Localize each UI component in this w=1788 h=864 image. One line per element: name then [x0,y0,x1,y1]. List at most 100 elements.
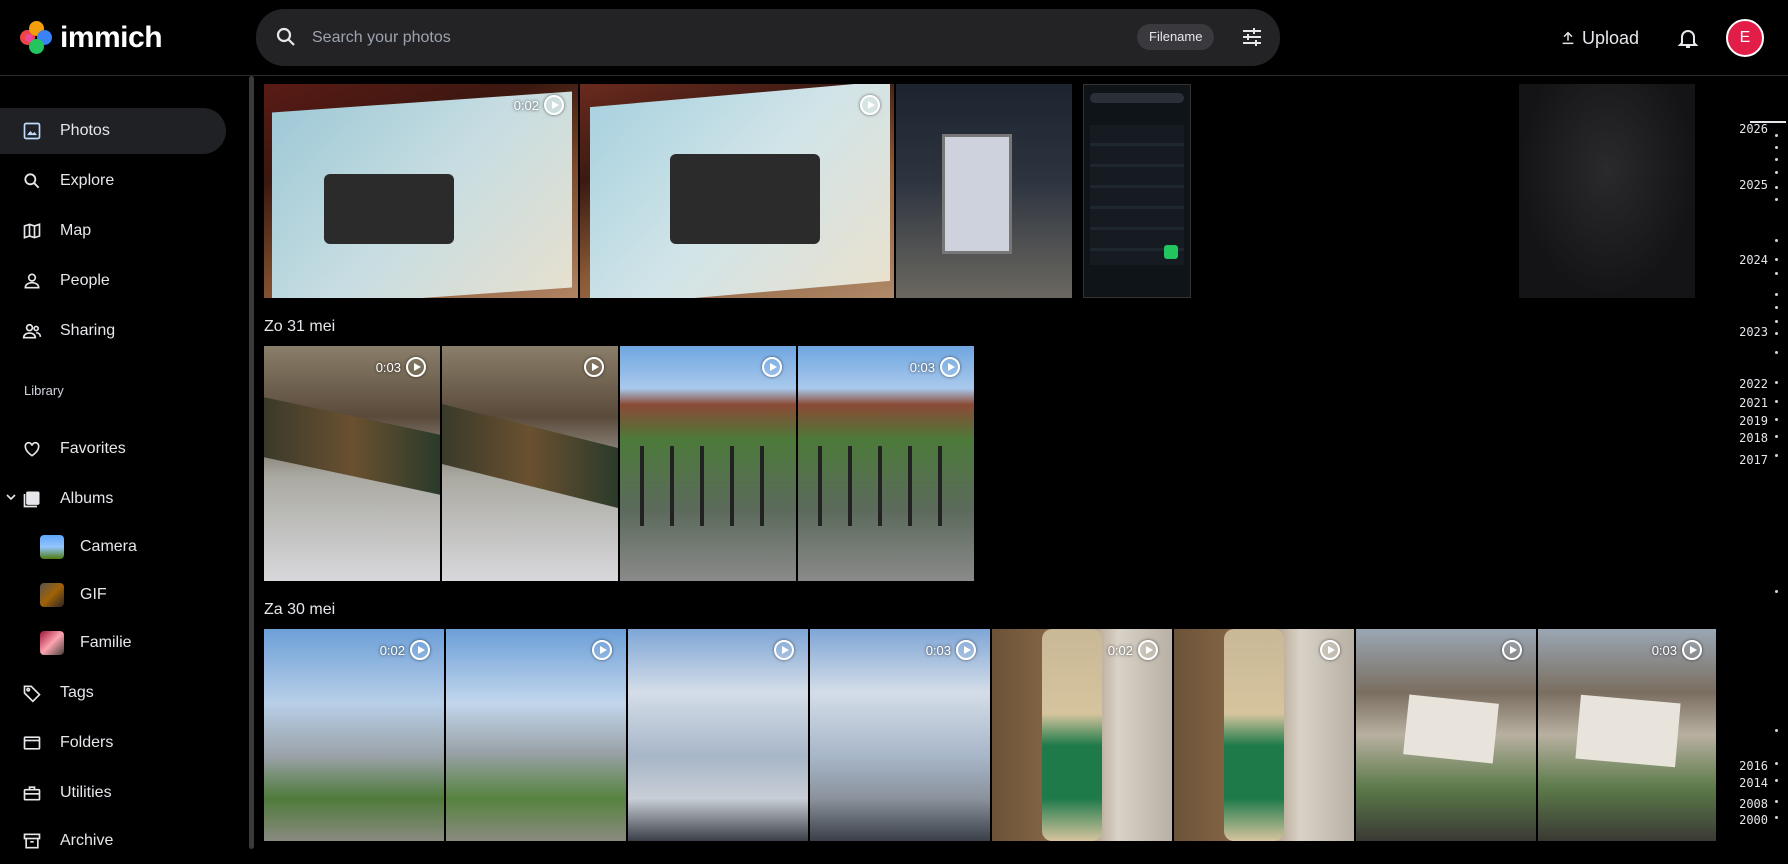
timeline-dot [1775,800,1778,803]
sidebar-item-label: Photos [60,122,110,139]
play-icon [940,357,960,377]
timeline-year-label: 2018 [1739,431,1768,445]
asset-thumbnail[interactable]: 0:03 [810,629,990,841]
asset-thumbnail[interactable]: 0:02 [264,84,578,298]
timeline-dot [1775,332,1778,335]
date-group-heading: Za 30 mei [264,601,336,618]
sidebar-item-photos[interactable]: Photos [0,108,226,154]
timeline-scrubber[interactable]: 2026 2025 2024 2023 2022 2021 2019 2018 … [1720,76,1788,849]
upload-icon [1562,31,1574,45]
timeline-dot [1775,816,1778,819]
asset-thumbnail[interactable]: 0:03 [798,346,974,581]
video-duration: 0:03 [1652,640,1702,660]
tag-icon [23,685,41,703]
sidebar-item-people[interactable]: People [0,258,226,304]
sharing-icon [22,323,42,339]
play-icon [1682,640,1702,660]
play-icon [762,357,782,377]
asset-thumbnail[interactable] [628,629,808,841]
photo-content [1164,245,1178,259]
asset-thumbnail[interactable] [1083,84,1191,298]
search-options-icon[interactable] [1240,25,1264,49]
search-type-chip[interactable]: Filename [1137,24,1215,50]
photo-content [1224,629,1284,841]
sidebar-item-label: Utilities [60,784,112,801]
video-duration-label: 0:03 [375,359,401,375]
photo-content [324,174,454,244]
play-icon [1502,640,1522,660]
video-duration: 0:03 [376,357,426,377]
asset-thumbnail[interactable]: 0:03 [264,346,440,581]
video-duration-label: 0:03 [909,359,935,375]
immich-logo-icon [20,21,54,55]
timeline-dot [1775,454,1778,457]
play-icon [406,357,426,377]
asset-thumbnail[interactable]: 0:03 [1538,629,1716,841]
album-item-gif[interactable]: GIF [0,575,226,615]
sidebar-scrollbar[interactable] [249,76,254,849]
albums-icon [23,491,40,508]
sidebar-item-label: Sharing [60,322,116,339]
asset-thumbnail[interactable] [580,84,894,298]
timeline-year-label: 2014 [1739,776,1768,790]
date-group-heading: Zo 31 mei [264,318,336,335]
sidebar-item-tags[interactable]: Tags [0,670,226,716]
sidebar-item-label: Favorites [60,440,126,457]
album-item-familie[interactable]: Familie [0,623,226,663]
timeline-year-label: 2019 [1739,414,1768,428]
map-icon [23,223,41,239]
video-duration [1497,640,1522,660]
photo-content [1090,125,1184,265]
immich-logo[interactable]: immich [20,20,163,56]
asset-thumbnail[interactable] [446,629,626,841]
sidebar-item-albums[interactable]: Albums [0,476,226,522]
timeline-dot [1775,400,1778,403]
sidebar-item-label: Archive [60,832,114,849]
search-bar[interactable]: Filename [256,9,1280,66]
upload-button[interactable]: Upload [1560,22,1639,54]
asset-thumbnail[interactable] [1356,629,1536,841]
chevron-down-icon[interactable] [6,492,16,502]
video-duration [1315,640,1340,660]
album-item-camera[interactable]: Camera [0,527,226,567]
video-duration-label: 0:03 [1651,642,1677,658]
timeline-year-label: 2016 [1739,759,1768,773]
sidebar-item-favorites[interactable]: Favorites [0,426,226,472]
search-icon[interactable] [274,25,298,49]
timeline-dot [1775,381,1778,384]
sidebar-item-archive[interactable]: Archive [0,818,226,864]
photo-content [670,154,820,244]
photo-content [640,446,780,526]
notifications-bell-icon[interactable] [1676,26,1700,50]
asset-thumbnail[interactable]: 0:02 [992,629,1172,841]
play-icon [584,357,604,377]
asset-thumbnail[interactable] [1519,84,1695,298]
sidebar-item-explore[interactable]: Explore [0,158,226,204]
timeline-dot [1775,293,1778,296]
sidebar-item-sharing[interactable]: Sharing [0,308,226,354]
search-input[interactable] [312,23,1032,53]
timeline-year-label: 2024 [1739,253,1768,267]
asset-thumbnail[interactable] [896,84,1072,298]
user-avatar[interactable]: E [1726,19,1764,57]
sidebar-item-folders[interactable]: Folders [0,720,226,766]
sidebar-item-utilities[interactable]: Utilities [0,770,226,816]
timeline-dot [1775,186,1778,189]
timeline-dot [1775,146,1778,149]
photo-timeline-grid: 0:02 Zo 31 mei 0:03 0:03 Za 30 mei 0:02 … [256,76,1720,849]
asset-thumbnail[interactable] [1174,629,1354,841]
library-section-label: Library [24,383,64,398]
upload-label: Upload [1582,27,1640,48]
video-duration: 0:03 [926,640,976,660]
timeline-dot [1775,258,1778,261]
asset-thumbnail[interactable] [442,346,618,581]
asset-thumbnail[interactable] [620,346,796,581]
photo-content [1090,93,1184,103]
asset-thumbnail[interactable]: 0:02 [264,629,444,841]
album-item-label: Camera [80,538,137,555]
people-icon [24,273,40,289]
sidebar-item-map[interactable]: Map [0,208,226,254]
album-item-label: Familie [80,634,132,651]
timeline-dot [1775,158,1778,161]
video-duration-label: 0:02 [1107,642,1133,658]
